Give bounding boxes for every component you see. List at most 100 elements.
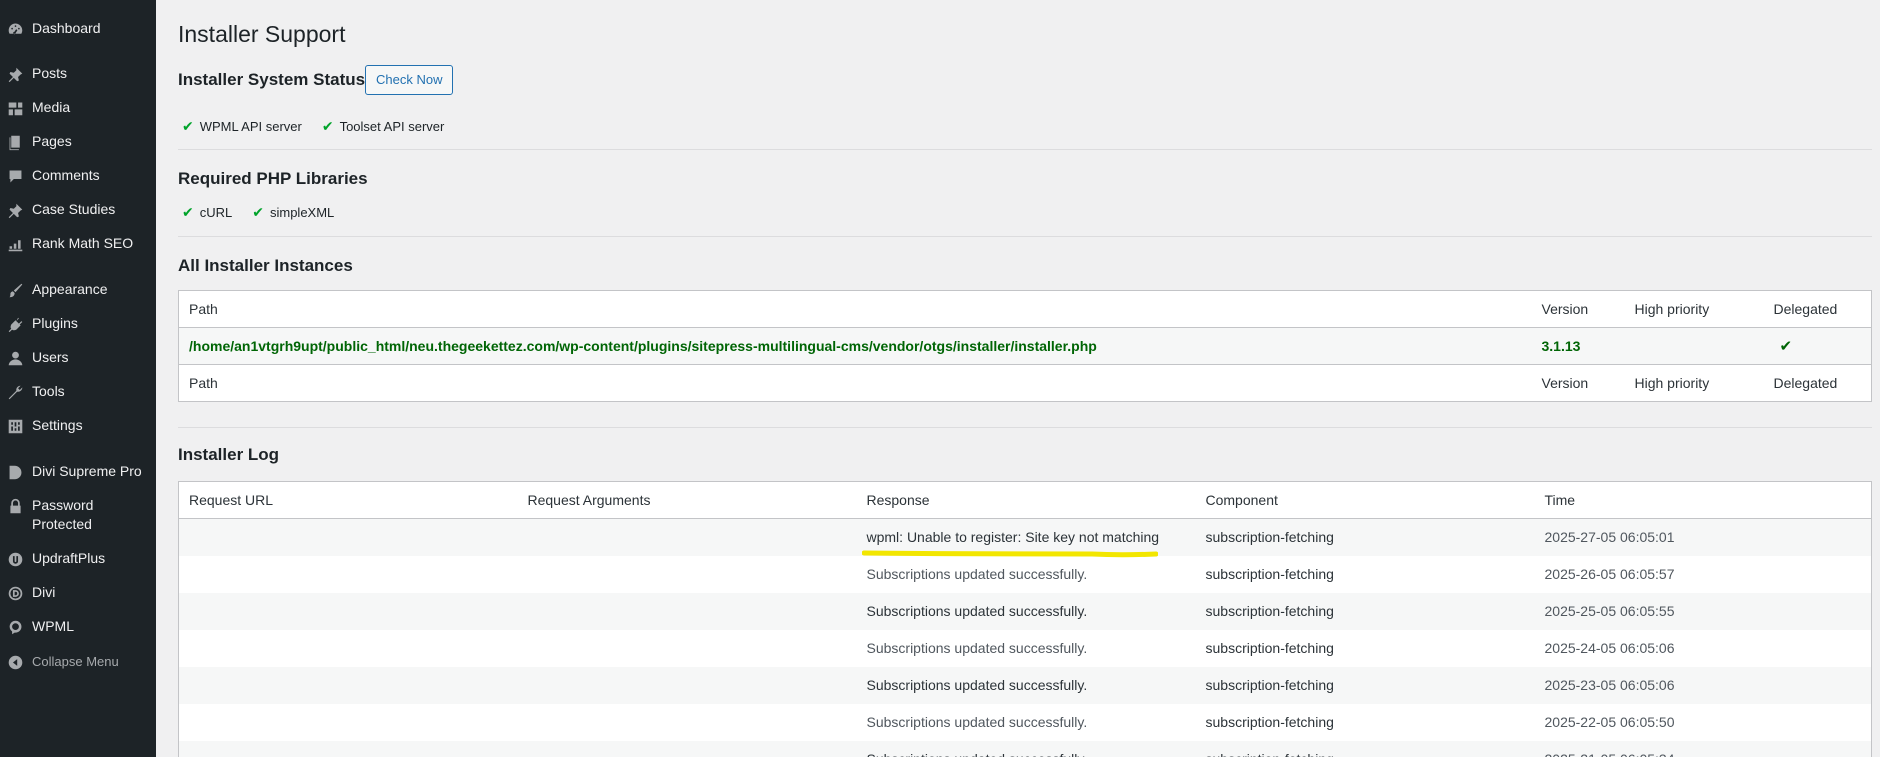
admin-sidebar: Dashboard Posts Media Pages Comments Cas…: [0, 0, 156, 757]
table-footer-row: Path Version High priority Delegated: [178, 364, 1872, 402]
comment-icon: [5, 166, 25, 186]
chart-icon: [5, 234, 25, 254]
sidebar-item-password-protected[interactable]: Password Protected: [0, 496, 156, 534]
column-header-path: Path: [178, 290, 1532, 328]
pin-icon: [5, 64, 25, 84]
sidebar-item-posts[interactable]: Posts: [0, 64, 156, 84]
log-time: 2025-25-05 06:05:55: [1544, 603, 1675, 619]
sidebar-item-tools[interactable]: Tools: [0, 382, 156, 402]
installer-log-table: Request URL Request Arguments Response C…: [178, 481, 1872, 757]
sidebar-item-divi-supreme-pro[interactable]: Divi Supreme Pro: [0, 462, 156, 482]
status-check-item: ✔ WPML API server: [182, 118, 302, 134]
column-header-component: Component: [1195, 481, 1535, 519]
divi-icon: [5, 583, 25, 603]
log-response: Subscriptions updated successfully.: [857, 741, 1196, 757]
check-icon: ✔: [252, 204, 264, 220]
sidebar-item-wpml[interactable]: WPML: [0, 617, 156, 637]
sidebar-item-label: Divi: [32, 584, 56, 600]
php-library-checks: ✔ cURL ✔ simpleXML: [182, 204, 334, 221]
sidebar-item-label: Plugins: [32, 315, 78, 331]
table-row: Subscriptions updated successfully. subs…: [178, 592, 1872, 630]
log-component: subscription-fetching: [1205, 714, 1334, 730]
log-request-url: [179, 593, 518, 630]
log-component: subscription-fetching: [1205, 677, 1334, 693]
sidebar-item-settings[interactable]: Settings: [0, 416, 156, 436]
instance-version: 3.1.13: [1541, 338, 1581, 354]
log-response: Subscriptions updated successfully.: [866, 603, 1088, 619]
installer-instances-table: Path Version High priority Delegated /ho…: [178, 290, 1872, 402]
table-header-row: Request URL Request Arguments Response C…: [178, 481, 1872, 519]
php-libraries-title: Required PHP Libraries: [178, 169, 368, 188]
instance-path: /home/an1vtgrh9upt/public_html/neu.thege…: [189, 338, 1097, 354]
column-header-response: Response: [856, 481, 1196, 519]
column-header-delegated: Delegated: [1763, 290, 1872, 328]
settings-icon: [5, 416, 25, 436]
pin-icon: [5, 200, 25, 220]
sidebar-item-label: UpdraftPlus: [32, 550, 106, 566]
log-time: 2025-23-05 06:05:06: [1544, 677, 1675, 693]
column-footer-high-priority: High priority: [1624, 364, 1764, 402]
column-footer-version: Version: [1531, 364, 1625, 402]
system-status-checks: ✔ WPML API server ✔ Toolset API server: [182, 118, 444, 135]
sidebar-item-case-studies[interactable]: Case Studies: [0, 200, 156, 220]
sidebar-item-pages[interactable]: Pages: [0, 132, 156, 152]
sidebar-item-label: Divi Supreme Pro: [32, 463, 142, 479]
check-icon: ✔: [182, 118, 194, 134]
sidebar-item-label: Appearance: [32, 281, 108, 297]
dashboard-icon: [5, 19, 25, 39]
log-request-args: [518, 630, 857, 667]
sidebar-item-label: Users: [32, 349, 69, 365]
sidebar-item-label: Media: [32, 99, 71, 115]
sidebar-item-rank-math-seo[interactable]: Rank Math SEO: [0, 234, 156, 254]
sidebar-item-label: Password Protected: [32, 497, 94, 532]
collapse-menu-button[interactable]: Collapse Menu: [0, 652, 156, 672]
log-response: Subscriptions updated successfully.: [866, 566, 1088, 582]
log-component: subscription-fetching: [1205, 566, 1334, 582]
table-row: Subscriptions updated successfully. subs…: [178, 666, 1872, 704]
collapse-menu-label: Collapse Menu: [32, 654, 119, 669]
sidebar-item-label: Case Studies: [32, 201, 116, 217]
sidebar-item-label: Pages: [32, 133, 72, 149]
table-row: Subscriptions updated successfully. subs…: [178, 555, 1872, 593]
log-time: 2025-24-05 06:05:06: [1544, 640, 1675, 656]
highlight-annotation: [862, 550, 1158, 558]
check-now-button[interactable]: Check Now: [365, 65, 454, 95]
log-request-args: [518, 556, 857, 593]
log-time: 2025-22-05 06:05:50: [1544, 714, 1675, 730]
table-row: Subscriptions updated successfully. subs…: [178, 629, 1872, 667]
media-icon: [5, 98, 25, 118]
sidebar-item-appearance[interactable]: Appearance: [0, 280, 156, 300]
user-icon: [5, 348, 25, 368]
brush-icon: [5, 280, 25, 300]
log-request-args: [518, 593, 857, 630]
log-request-args: [518, 519, 857, 556]
column-header-request-url: Request URL: [178, 481, 518, 519]
system-status-title: Installer System Status: [178, 70, 366, 89]
sidebar-item-updraftplus[interactable]: UpdraftPlus: [0, 549, 156, 569]
page-title: Installer Support: [178, 21, 346, 47]
sidebar-item-plugins[interactable]: Plugins: [0, 314, 156, 334]
log-request-url: [179, 519, 518, 556]
log-request-url: [179, 630, 518, 667]
check-icon: ✔: [321, 118, 334, 134]
log-request-url: [179, 704, 518, 741]
sidebar-item-media[interactable]: Media: [0, 98, 156, 118]
sidebar-item-label: Settings: [32, 417, 83, 433]
sidebar-item-divi[interactable]: Divi: [0, 583, 156, 603]
table-row: Subscriptions updated successfully. subs…: [178, 740, 1872, 757]
column-header-time: Time: [1534, 481, 1872, 519]
sidebar-item-comments[interactable]: Comments: [0, 166, 156, 186]
table-row: Subscriptions updated successfully. subs…: [178, 703, 1872, 741]
divider: [178, 236, 1872, 237]
sidebar-item-label: Tools: [32, 383, 65, 399]
instance-high-priority: [1625, 328, 1764, 365]
log-request-args: [518, 741, 857, 757]
sidebar-item-users[interactable]: Users: [0, 348, 156, 368]
wrench-icon: [5, 382, 25, 402]
column-header-high-priority: High priority: [1624, 290, 1764, 328]
log-response: Subscriptions updated successfully.: [866, 640, 1088, 656]
sidebar-item-dashboard[interactable]: Dashboard: [0, 19, 156, 39]
log-request-url: [179, 667, 518, 704]
column-header-version: Version: [1531, 290, 1625, 328]
column-footer-path: Path: [178, 364, 1532, 402]
